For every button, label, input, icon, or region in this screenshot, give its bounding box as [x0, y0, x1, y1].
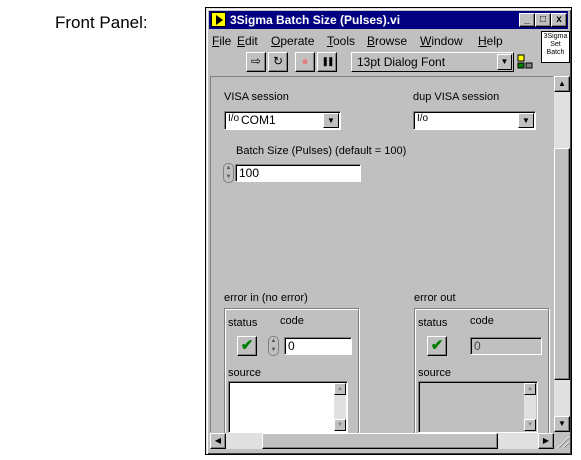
error-in-label: error in (no error) — [224, 292, 308, 304]
error-in-cluster: status code ✔ ▲ ▼ 0 source ▲ ▼ — [224, 308, 359, 435]
error-in-code-input[interactable]: 0 — [284, 337, 352, 355]
batch-size-input[interactable]: 100 — [235, 164, 361, 182]
horizontal-scrollbar[interactable]: ◀ ▶ — [210, 433, 554, 449]
chevron-down-icon[interactable]: ▼ — [323, 113, 339, 128]
scroll-down-arrow-icon[interactable]: ▼ — [554, 416, 570, 432]
error-in-code-increment-decrement[interactable]: ▲ ▼ — [268, 336, 279, 356]
visa-io-icon: I/o — [417, 113, 429, 124]
scroll-down-arrow-icon[interactable]: ▼ — [524, 419, 536, 431]
error-out-label: error out — [414, 292, 456, 304]
error-out-status-checkmark-icon: ✔ — [427, 336, 447, 356]
menu-help[interactable]: Help — [478, 34, 503, 48]
dup-visa-session-indicator: I/o ▼ — [413, 111, 536, 130]
error-in-code-label: code — [280, 315, 304, 327]
batch-size-increment-decrement[interactable]: ▲ ▼ — [223, 163, 234, 183]
vi-window: 3Sigma Batch Size (Pulses).vi _ □ x File… — [205, 7, 572, 455]
chevron-down-icon[interactable]: ▼ — [518, 113, 534, 128]
menu-file[interactable]: File — [212, 34, 231, 48]
vi-icon-line2: Set — [550, 41, 561, 48]
scroll-up-arrow-icon[interactable]: ▲ — [554, 76, 570, 92]
close-button[interactable]: x — [551, 13, 567, 27]
resize-grip-icon[interactable] — [554, 433, 570, 449]
window-title: 3Sigma Batch Size (Pulses).vi — [230, 13, 401, 27]
error-out-code-label: code — [470, 315, 494, 327]
maximize-button[interactable]: □ — [535, 13, 551, 27]
vertical-scroll-thumb[interactable] — [554, 148, 570, 380]
vertical-scrollbar[interactable]: ▲ ▼ — [554, 76, 570, 432]
visa-session-control[interactable]: I/o COM1 ▼ — [224, 111, 341, 130]
scroll-right-arrow-icon[interactable]: ▶ — [538, 433, 554, 449]
scroll-left-arrow-icon[interactable]: ◀ — [210, 433, 226, 449]
vi-icon-line3: Batch — [546, 49, 565, 56]
menu-browse[interactable]: Browse — [367, 34, 407, 48]
title-bar[interactable]: 3Sigma Batch Size (Pulses).vi _ □ x — [209, 11, 568, 29]
labview-app-icon[interactable] — [211, 12, 226, 27]
font-selector[interactable]: 13pt Dialog Font ▼ — [351, 52, 514, 72]
error-in-source-label: source — [228, 367, 262, 379]
menu-operate[interactable]: Operate — [271, 34, 314, 48]
toolbar: ⇨ ↻ ● ❚❚ 13pt Dialog Font ▼ — [210, 51, 535, 73]
horizontal-scroll-thumb[interactable] — [262, 433, 498, 449]
font-selector-value: 13pt Dialog Font — [357, 55, 446, 69]
run-continuously-button[interactable]: ↻ — [268, 52, 288, 72]
error-out-source-label: source — [418, 367, 452, 379]
error-out-source-scrollbar[interactable]: ▲ ▼ — [524, 383, 536, 431]
error-in-status-checkmark-icon[interactable]: ✔ — [237, 336, 257, 356]
dup-visa-session-label: dup VISA session — [413, 91, 500, 103]
run-button[interactable]: ⇨ — [246, 52, 266, 72]
abort-button[interactable]: ● — [295, 52, 315, 72]
error-out-source-text: ▲ ▼ — [418, 381, 538, 433]
visa-io-icon: I/o — [228, 113, 240, 124]
chevron-down-icon[interactable]: ▼ — [497, 54, 512, 70]
error-out-cluster: status code ✔ 0 source ▲ ▼ — [414, 308, 549, 435]
error-out-code-indicator: 0 — [470, 337, 542, 355]
visa-session-value: COM1 — [241, 113, 276, 127]
error-out-status-label: status — [418, 317, 448, 329]
front-panel-caption: Front Panel: — [55, 13, 148, 32]
menu-window[interactable]: Window — [420, 34, 463, 48]
scroll-up-arrow-icon[interactable]: ▲ — [524, 383, 536, 395]
error-in-source-scrollbar[interactable]: ▲ ▼ — [334, 383, 346, 431]
batch-size-label: Batch Size (Pulses) (default = 100) — [236, 145, 407, 157]
front-panel-area: VISA session I/o COM1 ▼ dup VISA session… — [210, 76, 553, 435]
scroll-up-arrow-icon[interactable]: ▲ — [334, 383, 346, 395]
visa-session-label: VISA session — [224, 91, 289, 103]
pause-button[interactable]: ❚❚ — [317, 52, 337, 72]
scroll-down-arrow-icon[interactable]: ▼ — [334, 419, 346, 431]
error-in-status-label: status — [228, 317, 258, 329]
vi-icon: 3Sigma Set Batch — [541, 31, 570, 63]
menu-tools[interactable]: Tools — [327, 34, 355, 48]
menu-edit[interactable]: Edit — [237, 34, 258, 48]
align-objects-icon[interactable] — [517, 54, 533, 70]
minimize-button[interactable]: _ — [519, 13, 535, 27]
error-in-source-text[interactable]: ▲ ▼ — [228, 381, 348, 433]
vi-icon-line1: 3Sigma — [543, 33, 568, 40]
